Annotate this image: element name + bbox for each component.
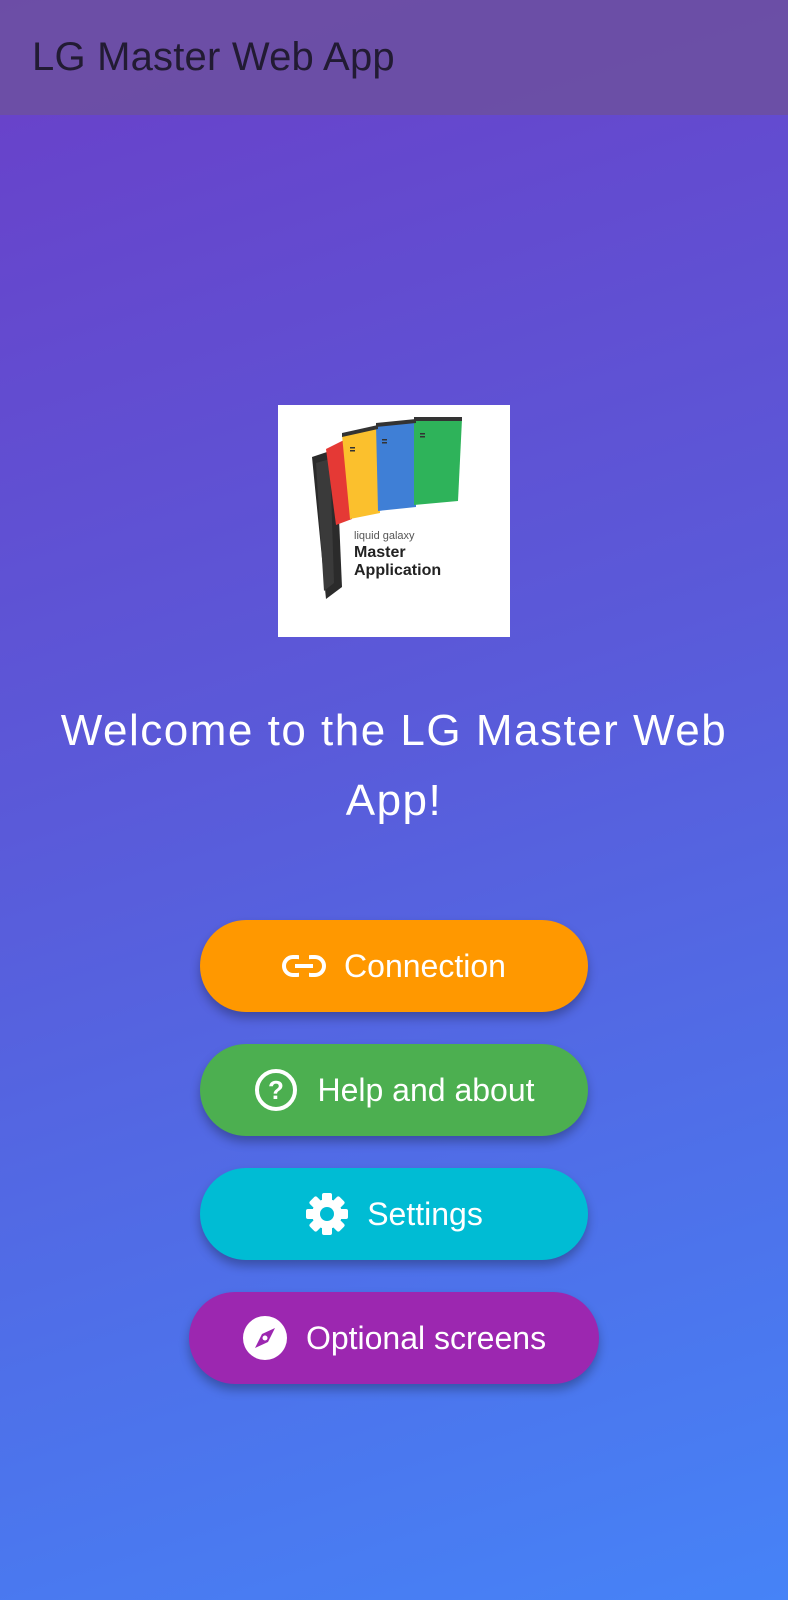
help-circle-icon: ? [253,1067,299,1113]
liquid-galaxy-logo-graphic: liquid galaxy Master Application [312,417,462,599]
logo-line1: Master [354,544,406,561]
connection-button-label: Connection [344,947,506,984]
optional-screens-button[interactable]: Optional screens [189,1292,599,1384]
app-bar-title: LG Master Web App [32,35,395,79]
help-and-about-button-label: Help and about [317,1071,535,1108]
svg-text:?: ? [269,1075,285,1105]
help-and-about-button[interactable]: ? Help and about [200,1044,588,1136]
gear-icon [305,1192,349,1236]
settings-button[interactable]: Settings [200,1168,588,1260]
logo-small-text: liquid galaxy [354,530,415,542]
compass-icon [242,1315,288,1361]
settings-button-label: Settings [367,1195,483,1232]
optional-screens-button-label: Optional screens [305,1319,547,1356]
connection-button[interactable]: Connection [200,920,588,1012]
link-icon [282,954,327,978]
app-logo: liquid galaxy Master Application [278,405,510,637]
logo-line2: Application [354,562,441,579]
welcome-message: Welcome to the LG Master Web App! [60,706,728,825]
app-bar: LG Master Web App [0,0,788,115]
